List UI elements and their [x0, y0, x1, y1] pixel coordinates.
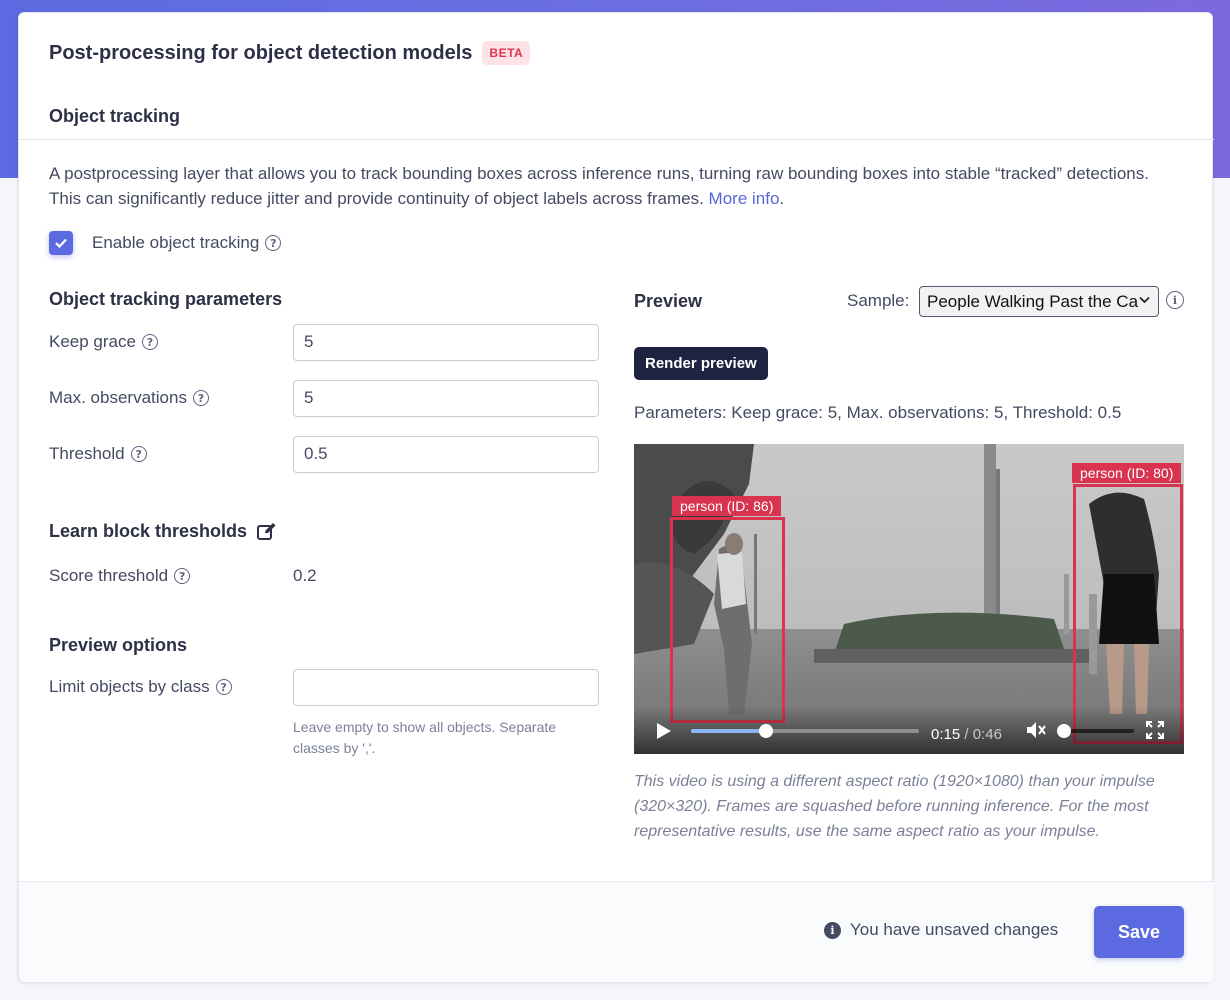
video-time: 0:15 / 0:46: [931, 726, 1002, 743]
threshold-label: Threshold ?: [49, 444, 293, 464]
score-threshold-row: Score threshold ? 0.2: [49, 557, 609, 595]
threshold-row: Threshold ? 0.5: [49, 435, 609, 473]
footer: i You have unsaved changes Save: [19, 882, 1214, 982]
limit-objects-input[interactable]: [293, 668, 599, 706]
more-info-link[interactable]: More info: [709, 189, 780, 208]
play-icon[interactable]: [656, 722, 672, 745]
section-title-object-tracking: Object tracking: [49, 106, 181, 126]
tracking-params-title: Object tracking parameters: [49, 289, 283, 309]
keep-grace-label-text: Keep grace: [49, 332, 136, 351]
score-threshold-label-text: Score threshold: [49, 566, 169, 585]
detection-label: person (ID: 86): [672, 496, 782, 516]
fullscreen-icon[interactable]: [1146, 721, 1164, 744]
volume-knob[interactable]: [1057, 724, 1071, 738]
limit-objects-label: Limit objects by class ?: [49, 677, 293, 697]
beta-badge: BETA: [482, 41, 531, 65]
video-progress-knob[interactable]: [759, 724, 774, 738]
mute-icon[interactable]: [1026, 721, 1046, 744]
post-processing-card: Post-processing for object detection mod…: [18, 12, 1214, 982]
volume-track[interactable]: [1064, 729, 1134, 733]
page-title: Post-processing for object detection mod…: [49, 41, 473, 64]
card-header: Post-processing for object detection mod…: [49, 41, 531, 65]
sample-select[interactable]: People Walking Past the Ca: [919, 286, 1159, 317]
learn-block-title-text: Learn block thresholds: [49, 521, 248, 541]
score-threshold-value: 0.2: [293, 566, 317, 585]
check-icon: [55, 238, 67, 248]
enable-tracking-checkbox[interactable]: [49, 231, 73, 255]
help-circle-icon[interactable]: ?: [192, 390, 209, 406]
max-observations-label: Max. observations ?: [49, 388, 293, 408]
enable-tracking-row: Enable object tracking ?: [49, 231, 282, 255]
keep-grace-input[interactable]: 5: [293, 323, 599, 361]
tracking-description: A postprocessing layer that allows you t…: [49, 161, 1159, 211]
info-icon: i: [824, 921, 841, 939]
detection-box: [1073, 484, 1183, 744]
divider: [19, 139, 1214, 140]
preview-video[interactable]: person (ID: 86) person (ID: 80) 0:15 / 0…: [634, 444, 1184, 754]
limit-objects-row: Limit objects by class ?: [49, 668, 609, 706]
help-circle-icon[interactable]: ?: [141, 334, 158, 350]
help-circle-icon[interactable]: ?: [265, 235, 282, 251]
info-circle-icon[interactable]: i: [1166, 291, 1184, 309]
description-end: .: [779, 189, 785, 208]
description-text: A postprocessing layer that allows you t…: [49, 164, 1149, 208]
detection-label: person (ID: 80): [1072, 463, 1182, 483]
help-circle-icon[interactable]: ?: [130, 446, 147, 462]
preview-options-title: Preview options: [49, 635, 188, 655]
video-progress-fill: [691, 729, 767, 733]
detection-box: [670, 517, 785, 723]
preview-title: Preview: [634, 291, 703, 311]
unsaved-changes-text: You have unsaved changes: [850, 920, 1059, 939]
video-current-time: 0:15: [931, 726, 961, 743]
max-observations-row: Max. observations ? 5: [49, 379, 609, 417]
video-time-separator: /: [960, 726, 973, 743]
save-button[interactable]: Save: [1094, 906, 1184, 958]
help-circle-icon[interactable]: ?: [174, 568, 191, 584]
parameters-column: Object tracking parameters Keep grace ? …: [49, 289, 609, 756]
learn-block-title: Learn block thresholds: [49, 521, 277, 542]
score-threshold-label: Score threshold ?: [49, 566, 293, 586]
aspect-ratio-caption: This video is using a different aspect r…: [634, 773, 1155, 840]
unsaved-changes-notice: i You have unsaved changes: [824, 920, 1058, 940]
video-controls: 0:15 / 0:46: [634, 706, 1184, 754]
video-duration: 0:46: [972, 726, 1002, 743]
preview-parameters-text: Parameters: Keep grace: 5, Max. observat…: [634, 403, 1122, 422]
threshold-input[interactable]: 0.5: [293, 435, 599, 473]
enable-tracking-label: Enable object tracking: [92, 233, 260, 252]
sample-select-value: People Walking Past the Ca: [927, 291, 1139, 311]
render-preview-button[interactable]: Render preview: [634, 347, 768, 380]
max-observations-input[interactable]: 5: [293, 379, 599, 417]
threshold-label-text: Threshold: [49, 444, 125, 463]
keep-grace-label: Keep grace ?: [49, 332, 293, 352]
keep-grace-row: Keep grace ? 5: [49, 323, 609, 361]
max-observations-label-text: Max. observations: [49, 388, 187, 407]
sample-label: Sample:: [847, 291, 910, 310]
edit-icon[interactable]: [257, 522, 277, 541]
chevron-down-icon: [1139, 293, 1150, 307]
limit-objects-label-text: Limit objects by class: [49, 677, 210, 696]
limit-objects-hint: Leave empty to show all objects. Separat…: [293, 719, 557, 756]
help-circle-icon[interactable]: ?: [215, 679, 232, 695]
